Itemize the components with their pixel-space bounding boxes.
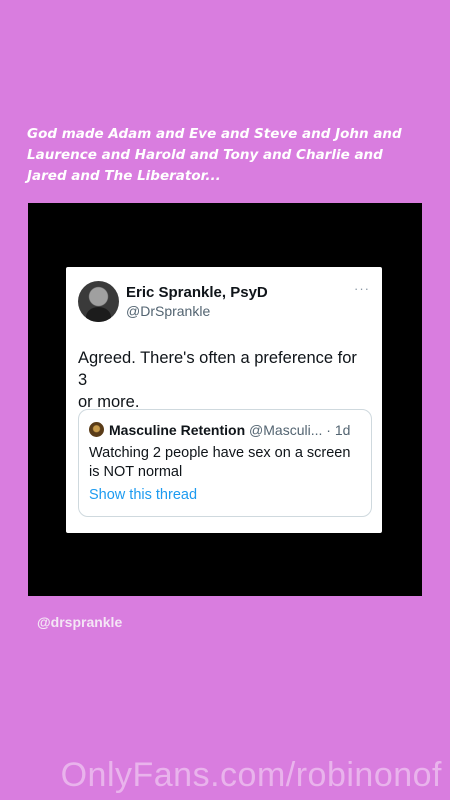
quoted-text-line: Watching 2 people have sex on a screen	[89, 445, 351, 461]
story-caption: God made Adam and Eve and Steve and John…	[27, 124, 427, 187]
quoted-author-avatar	[89, 422, 104, 437]
author-handle[interactable]: @DrSprankle	[126, 303, 210, 319]
tweet-text: Agreed. There's often a preference for 3…	[78, 347, 370, 413]
quoted-author-handle: @Masculi...	[249, 422, 323, 438]
tweet-card[interactable]: Eric Sprankle, PsyD @DrSprankle ··· Agre…	[66, 267, 382, 533]
quoted-tweet[interactable]: Masculine Retention @Masculi... · 1d Wat…	[78, 409, 372, 517]
caption-line: Laurence and Harold and Tony and Charlie…	[27, 147, 383, 163]
more-options-icon[interactable]: ···	[354, 281, 370, 296]
caption-line: Jared and The Liberator...	[27, 168, 221, 184]
quoted-tweet-time: · 1d	[326, 422, 351, 438]
quoted-text-line: is NOT normal	[89, 464, 183, 480]
quoted-tweet-header: Masculine Retention @Masculi... · 1d	[109, 422, 350, 438]
caption-line: God made Adam and Eve and Steve and John…	[27, 126, 402, 142]
tweet-text-line: Agreed. There's often a preference for 3	[78, 349, 357, 389]
mention-sticker[interactable]: @drsprankle	[37, 614, 122, 630]
quoted-tweet-text: Watching 2 people have sex on a screen i…	[89, 444, 359, 482]
show-thread-link[interactable]: Show this thread	[89, 487, 197, 503]
watermark: OnlyFans.com/robinonof	[60, 756, 442, 794]
quoted-author-name: Masculine Retention	[109, 422, 246, 438]
author-name[interactable]: Eric Sprankle, PsyD	[126, 284, 268, 301]
author-avatar[interactable]	[78, 281, 119, 322]
media-frame: Eric Sprankle, PsyD @DrSprankle ··· Agre…	[28, 203, 422, 596]
